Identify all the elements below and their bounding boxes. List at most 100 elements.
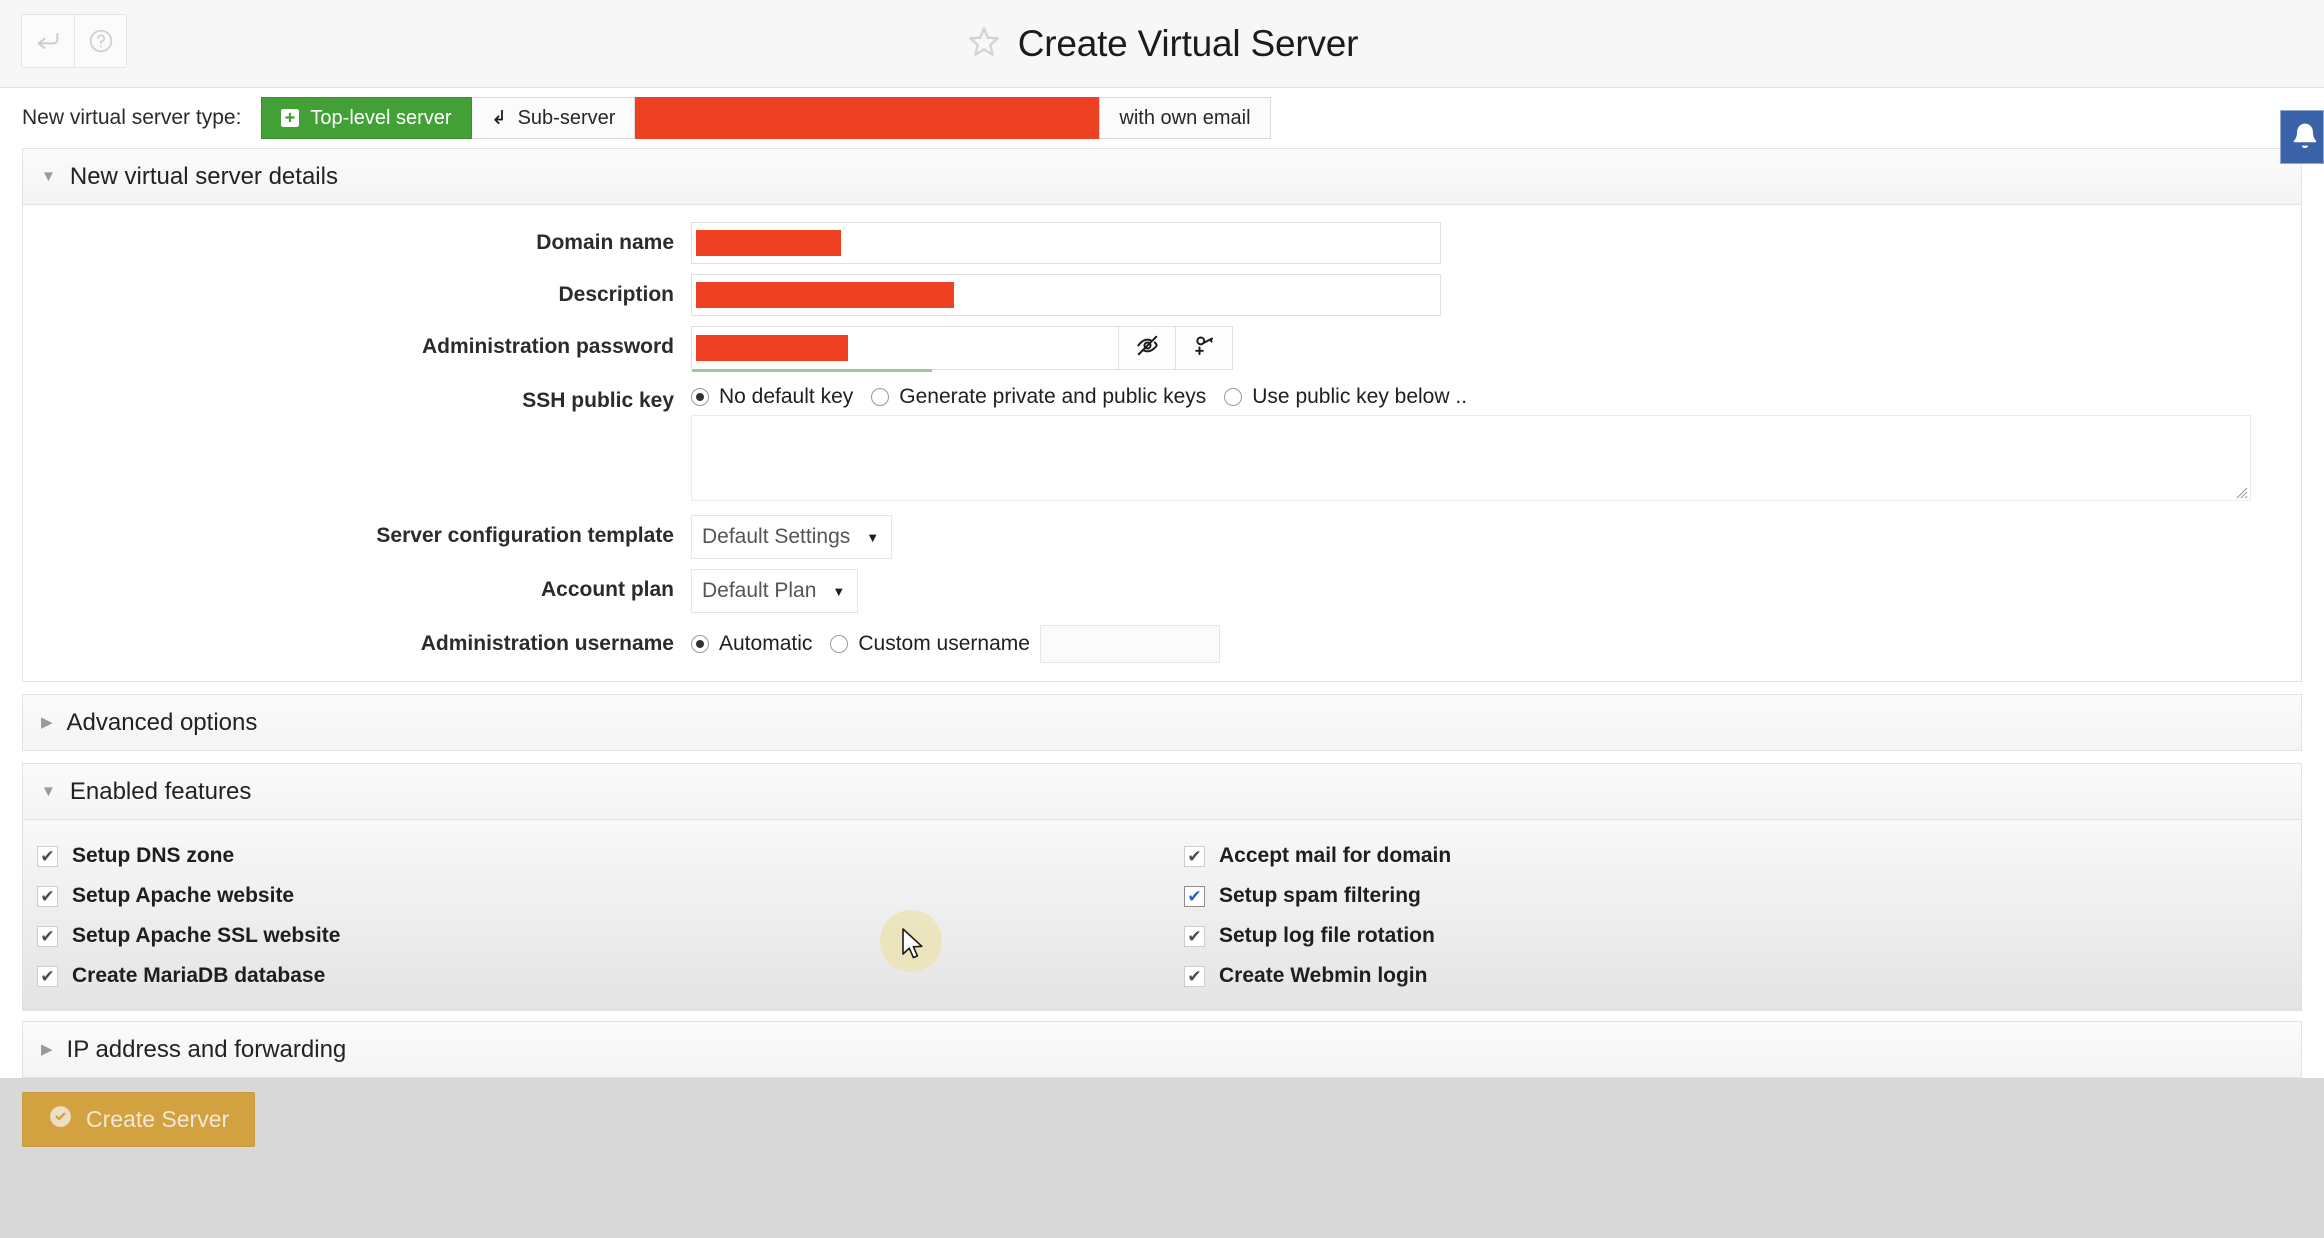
feature-label: Create Webmin login	[1219, 964, 1427, 988]
eye-slash-icon	[1135, 333, 1160, 363]
admin-username-row: Administration username Automatic Custom…	[23, 623, 2301, 663]
feature-setup-apache-website[interactable]: ✔ Setup Apache website	[37, 876, 1162, 916]
admin-password-row: Administration password	[23, 326, 2301, 370]
admin-username-automatic-option[interactable]: Automatic	[691, 632, 812, 656]
details-panel: New virtual server details Domain name D…	[22, 148, 2302, 682]
generate-password-button[interactable]	[1176, 326, 1233, 370]
enabled-features-title: Enabled features	[70, 778, 251, 806]
plus-square-icon	[281, 109, 299, 127]
server-type-sub-server-button[interactable]: Sub-server	[472, 97, 636, 139]
admin-password-input[interactable]	[691, 326, 1119, 370]
admin-username-radio-group: Automatic Custom username	[691, 623, 1220, 663]
server-type-own-email-button[interactable]: with own email	[1100, 97, 1270, 139]
ip-forwarding-panel: IP address and forwarding	[22, 1021, 2302, 1078]
details-section-title: New virtual server details	[70, 163, 338, 191]
enabled-features-panel: Enabled features ✔ Setup DNS zone ✔ Setu…	[22, 763, 2302, 1011]
admin-username-label: Administration username	[23, 623, 691, 656]
checkbox-indicator: ✔	[1184, 926, 1205, 947]
key-plus-icon	[1192, 333, 1217, 363]
ssh-no-default-key-option[interactable]: No default key	[691, 385, 853, 409]
features-right-column: ✔ Accept mail for domain ✔ Setup spam fi…	[1162, 836, 2301, 996]
checkbox-indicator: ✔	[1184, 886, 1205, 907]
chevron-down-icon	[41, 784, 56, 799]
chevron-down-icon: ▼	[832, 584, 845, 599]
ssh-public-key-row: SSH public key No default key Generate p…	[23, 380, 2301, 501]
password-strength-meter	[692, 369, 932, 372]
server-template-select[interactable]: Default Settings ▼	[691, 515, 892, 559]
account-plan-select[interactable]: Default Plan ▼	[691, 569, 858, 613]
enabled-features-header[interactable]: Enabled features	[22, 763, 2302, 820]
radio-indicator	[1224, 388, 1242, 406]
chevron-down-icon: ▼	[866, 530, 879, 545]
account-plan-value: Default Plan	[702, 579, 816, 603]
ssh-generate-keys-option[interactable]: Generate private and public keys	[871, 385, 1206, 409]
feature-label: Setup DNS zone	[72, 844, 234, 868]
description-input[interactable]	[691, 274, 1441, 316]
favorite-star-icon[interactable]	[966, 24, 1002, 65]
feature-create-webmin-login[interactable]: ✔ Create Webmin login	[1184, 956, 2301, 996]
ssh-public-key-label: SSH public key	[23, 380, 691, 413]
ssh-public-key-textarea[interactable]	[691, 415, 2251, 501]
admin-password-label: Administration password	[23, 326, 691, 359]
details-section-header[interactable]: New virtual server details	[22, 148, 2302, 205]
feature-setup-dns-zone[interactable]: ✔ Setup DNS zone	[37, 836, 1162, 876]
description-label: Description	[23, 274, 691, 307]
mouse-cursor	[901, 928, 927, 969]
chevron-right-icon	[41, 715, 53, 730]
admin-username-custom-option[interactable]: Custom username	[830, 632, 1030, 656]
feature-label: Accept mail for domain	[1219, 844, 1451, 868]
checkbox-indicator: ✔	[37, 886, 58, 907]
feature-setup-apache-ssl-website[interactable]: ✔ Setup Apache SSL website	[37, 916, 1162, 956]
ip-forwarding-header[interactable]: IP address and forwarding	[22, 1021, 2302, 1078]
domain-name-input[interactable]	[691, 222, 1441, 264]
domain-name-row: Domain name	[23, 222, 2301, 264]
chevron-right-icon	[41, 1042, 53, 1057]
checkbox-indicator: ✔	[37, 966, 58, 987]
ip-forwarding-title: IP address and forwarding	[67, 1036, 347, 1064]
admin-username-custom-label: Custom username	[858, 632, 1030, 656]
ssh-use-public-key-label: Use public key below ..	[1252, 385, 1467, 409]
server-type-sub-server-label: Sub-server	[518, 107, 616, 130]
description-row: Description	[23, 274, 2301, 316]
feature-label: Setup spam filtering	[1219, 884, 1421, 908]
feature-label: Setup Apache website	[72, 884, 294, 908]
ssh-no-default-key-label: No default key	[719, 385, 853, 409]
resize-handle-icon[interactable]	[2232, 483, 2248, 499]
toggle-password-visibility-button[interactable]	[1119, 326, 1176, 370]
redaction-bar	[696, 282, 954, 308]
advanced-options-header[interactable]: Advanced options	[22, 694, 2302, 751]
chevron-down-icon	[41, 169, 56, 184]
enabled-features-body: ✔ Setup DNS zone ✔ Setup Apache website …	[22, 820, 2302, 1011]
server-template-value: Default Settings	[702, 525, 850, 549]
footer-area: Create Server	[0, 1078, 2324, 1164]
ssh-generate-keys-label: Generate private and public keys	[899, 385, 1206, 409]
redaction-bar	[696, 335, 848, 361]
server-type-redacted-button[interactable]	[635, 97, 1100, 139]
server-type-top-level-label: Top-level server	[310, 107, 451, 130]
feature-setup-log-file-rotation[interactable]: ✔ Setup log file rotation	[1184, 916, 2301, 956]
advanced-options-title: Advanced options	[67, 709, 258, 737]
custom-username-input[interactable]	[1040, 625, 1220, 663]
redaction-bar	[635, 97, 1099, 139]
notification-bell-icon	[2282, 120, 2322, 154]
features-left-column: ✔ Setup DNS zone ✔ Setup Apache website …	[23, 836, 1162, 996]
notification-badge[interactable]	[2280, 110, 2324, 164]
checkbox-indicator: ✔	[37, 846, 58, 867]
advanced-options-panel: Advanced options	[22, 694, 2302, 751]
server-type-top-level-button[interactable]: Top-level server	[261, 97, 471, 139]
feature-create-mariadb-database[interactable]: ✔ Create MariaDB database	[37, 956, 1162, 996]
feature-label: Setup Apache SSL website	[72, 924, 340, 948]
feature-label: Create MariaDB database	[72, 964, 325, 988]
bottom-strip	[0, 1164, 2324, 1238]
create-server-button[interactable]: Create Server	[22, 1092, 255, 1147]
checkbox-indicator: ✔	[1184, 846, 1205, 867]
server-type-label: New virtual server type:	[22, 106, 241, 130]
radio-indicator	[871, 388, 889, 406]
radio-indicator	[691, 388, 709, 406]
ssh-use-public-key-option[interactable]: Use public key below ..	[1224, 385, 1467, 409]
feature-setup-spam-filtering[interactable]: ✔ Setup spam filtering	[1184, 876, 2301, 916]
ssh-public-key-radio-group: No default key Generate private and publ…	[691, 380, 1485, 409]
server-type-own-email-label: with own email	[1119, 107, 1250, 130]
feature-accept-mail-for-domain[interactable]: ✔ Accept mail for domain	[1184, 836, 2301, 876]
create-server-label: Create Server	[86, 1106, 229, 1133]
